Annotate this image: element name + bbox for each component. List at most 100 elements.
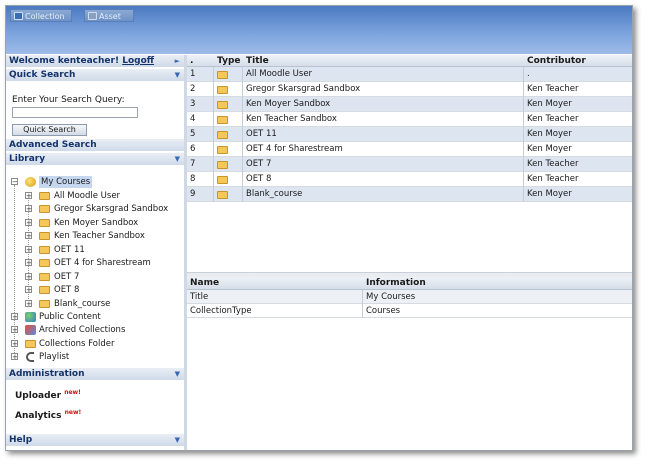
expand-icon[interactable]: +: [25, 300, 32, 308]
expand-icon[interactable]: +: [11, 353, 18, 361]
contributor-cell: Ken Moyer: [527, 189, 572, 199]
table-row[interactable]: 2 Gregor Skarsgrad Sandbox Ken Teacher: [187, 82, 632, 97]
expand-icon[interactable]: +: [11, 340, 18, 348]
chevron-down-icon[interactable]: ▼: [175, 153, 180, 165]
quick-search-title: Quick Search: [9, 70, 76, 80]
folder-icon: [39, 205, 50, 213]
contributor-cell: Ken Teacher: [527, 159, 579, 169]
chevron-down-icon[interactable]: ▼: [175, 69, 180, 81]
tab-collection[interactable]: Collection: [10, 9, 72, 22]
uploader-link[interactable]: Uploader new!: [15, 389, 81, 401]
tree-label: Gregor Skarsgrad Sandbox: [54, 204, 169, 214]
table-row[interactable]: 5 OET 11 Ken Moyer: [187, 127, 632, 142]
contributor-cell: Ken Teacher: [527, 84, 579, 94]
folder-icon: [25, 340, 36, 348]
top-banner: Collection Asset: [6, 6, 632, 54]
row-number: 9: [187, 187, 214, 202]
tab-collection-label: Collection: [25, 12, 65, 21]
tree-label: Playlist: [39, 352, 70, 362]
expand-icon[interactable]: +: [25, 273, 32, 281]
logoff-link[interactable]: Logoff: [122, 56, 154, 66]
archive-icon: [25, 325, 36, 335]
row-number: 2: [187, 82, 214, 97]
contributor-cell: Ken Teacher: [527, 114, 579, 124]
expand-icon[interactable]: +: [25, 246, 32, 254]
administration-header[interactable]: Administration ▼: [6, 368, 184, 380]
col-header-num[interactable]: .: [190, 55, 193, 67]
collapse-icon[interactable]: −: [11, 178, 18, 186]
table-row[interactable]: 1 All Moodle User .: [187, 67, 632, 82]
folder-icon: [217, 146, 228, 154]
tab-asset-label: Asset: [99, 12, 121, 21]
row-number: 8: [187, 172, 214, 187]
table-row[interactable]: 9 Blank_course Ken Moyer: [187, 187, 632, 202]
analytics-link[interactable]: Analytics new!: [15, 409, 81, 421]
type-cell: [214, 127, 243, 142]
folder-icon: [39, 232, 50, 240]
type-cell: [214, 67, 243, 82]
info-name: Title: [187, 290, 363, 304]
col-header-type[interactable]: Type: [217, 55, 240, 67]
sidebar: Welcome kenteacher! Logoff ► Quick Searc…: [6, 55, 187, 450]
folder-icon: [39, 273, 50, 281]
analytics-label: Analytics: [15, 411, 62, 421]
expand-icon[interactable]: +: [11, 313, 18, 321]
folder-icon: [39, 219, 50, 227]
row-number: 4: [187, 112, 214, 127]
folder-icon: [217, 101, 228, 109]
row-number: 3: [187, 97, 214, 112]
table-row[interactable]: 7 OET 7 Ken Teacher: [187, 157, 632, 172]
search-prompt: Enter Your Search Query:: [12, 95, 125, 105]
public-icon: [25, 312, 36, 322]
collection-icon: [14, 12, 23, 20]
contributor-cell: Ken Teacher: [527, 174, 579, 184]
table-row[interactable]: 3 Ken Moyer Sandbox Ken Moyer: [187, 97, 632, 112]
tab-asset[interactable]: Asset: [84, 9, 134, 22]
title-cell: Ken Moyer Sandbox: [243, 97, 524, 112]
expand-icon[interactable]: +: [25, 192, 32, 200]
tree-label: Ken Teacher Sandbox: [54, 231, 145, 241]
table-row[interactable]: 4 Ken Teacher Sandbox Ken Teacher: [187, 112, 632, 127]
col-header-title[interactable]: Title: [246, 55, 269, 67]
contributor-cell: .: [527, 69, 530, 79]
type-cell: [214, 142, 243, 157]
advanced-search-header[interactable]: Advanced Search: [6, 139, 184, 151]
table-row[interactable]: 8 OET 8 Ken Teacher: [187, 172, 632, 187]
help-title: Help: [9, 435, 33, 445]
type-cell: [214, 172, 243, 187]
library-header[interactable]: Library ▼: [6, 153, 184, 165]
type-cell: [214, 97, 243, 112]
type-cell: [214, 82, 243, 97]
chevron-down-icon[interactable]: ▼: [175, 368, 180, 380]
uploader-label: Uploader: [15, 391, 62, 401]
expand-icon[interactable]: +: [25, 232, 32, 240]
info-name: CollectionType: [187, 304, 363, 318]
collapse-arrow-icon[interactable]: ►: [175, 55, 180, 67]
folder-icon: [217, 176, 228, 184]
expand-icon[interactable]: +: [25, 205, 32, 213]
title-cell: Gregor Skarsgrad Sandbox: [243, 82, 524, 97]
info-value: My Courses: [366, 292, 416, 302]
chevron-down-icon[interactable]: ▼: [175, 434, 180, 446]
row-number: 5: [187, 127, 214, 142]
col-header-contributor[interactable]: Contributor: [527, 55, 586, 67]
title-cell: OET 11: [243, 127, 524, 142]
type-cell: [214, 157, 243, 172]
tree-label: Ken Moyer Sandbox: [54, 218, 139, 228]
quick-search-button[interactable]: Quick Search: [12, 124, 87, 136]
search-input[interactable]: [12, 107, 138, 118]
table-row[interactable]: 6 OET 4 for Sharestream Ken Moyer: [187, 142, 632, 157]
folder-icon: [39, 286, 50, 294]
expand-icon[interactable]: +: [25, 286, 32, 294]
quick-search-header[interactable]: Quick Search ▼: [6, 69, 184, 81]
expand-icon[interactable]: +: [25, 219, 32, 227]
new-badge: new!: [64, 389, 81, 396]
folder-icon: [39, 300, 50, 308]
col-header-information: Information: [366, 278, 426, 288]
expand-icon[interactable]: +: [11, 326, 18, 334]
expand-icon[interactable]: +: [25, 259, 32, 267]
folder-icon: [217, 116, 228, 124]
type-cell: [214, 187, 243, 202]
help-header[interactable]: Help ▼: [6, 434, 184, 446]
folder-icon: [39, 192, 50, 200]
